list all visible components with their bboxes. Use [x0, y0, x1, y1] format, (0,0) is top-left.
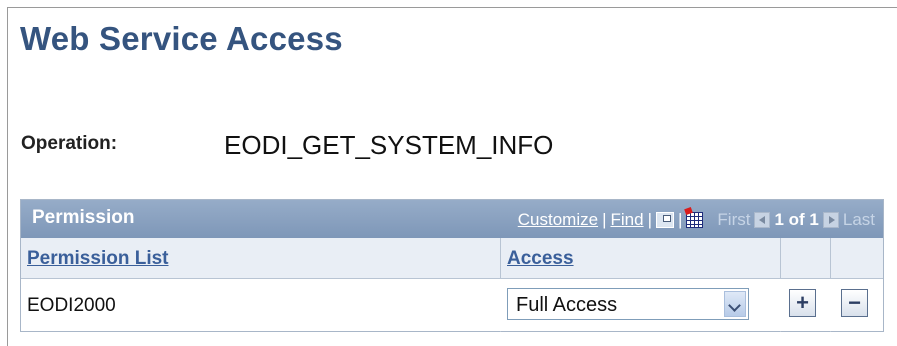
row-count: 1 of 1 — [774, 210, 819, 229]
permission-list-cell: EODI2000 — [27, 295, 116, 316]
grid-header: Permission Customize | Find | | First 1 … — [21, 200, 883, 238]
column-header-permission-list[interactable]: Permission List — [27, 248, 169, 270]
dropdown-arrow-icon[interactable] — [724, 291, 746, 317]
permission-grid: Permission Customize | Find | | First 1 … — [20, 199, 884, 332]
nav-separator: | — [647, 210, 652, 229]
download-grid-icon[interactable] — [686, 212, 704, 228]
nav-separator: | — [677, 210, 683, 229]
access-select-value: Full Access — [516, 294, 618, 316]
grid-title: Permission — [32, 207, 135, 228]
delete-row-icon: − — [848, 290, 861, 315]
add-row-button[interactable]: + — [789, 289, 816, 317]
first-link: First — [717, 210, 751, 229]
operation-label: Operation: — [21, 133, 118, 154]
last-link: Last — [842, 210, 875, 229]
page-title: Web Service Access — [20, 20, 343, 57]
grid-navigation: Customize | Find | | First 1 of 1 Last — [518, 208, 875, 232]
nav-separator: | — [602, 210, 607, 229]
add-row-icon: + — [796, 290, 809, 315]
operation-value: EODI_GET_SYSTEM_INFO — [224, 130, 554, 160]
previous-arrow-icon — [754, 212, 771, 228]
customize-link[interactable]: Customize — [518, 210, 598, 230]
delete-row-button[interactable]: − — [841, 289, 868, 317]
find-link[interactable]: Find — [610, 210, 643, 230]
access-select[interactable]: Full Access — [507, 288, 749, 320]
column-header-access[interactable]: Access — [507, 248, 574, 270]
table-row: EODI2000 Full Access + − — [21, 279, 883, 331]
view-all-icon[interactable] — [655, 212, 674, 228]
next-arrow-icon — [822, 212, 839, 228]
column-header-row: Permission List Access — [21, 238, 883, 279]
